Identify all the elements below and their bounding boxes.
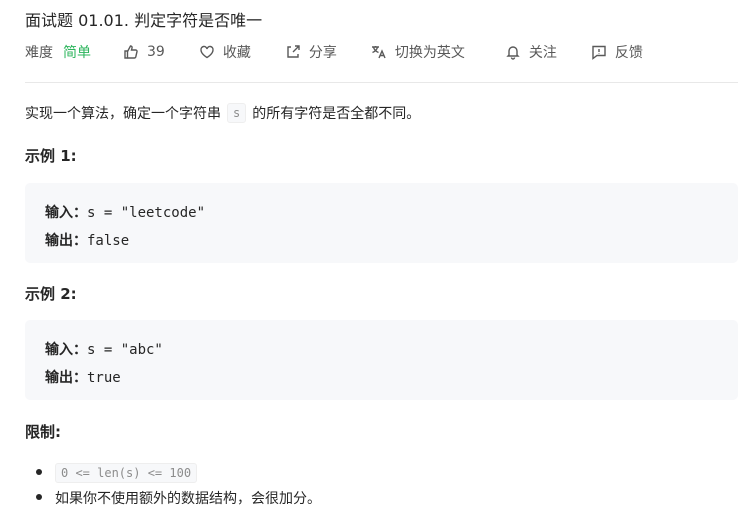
example-output-line: 输出：false	[45, 227, 718, 255]
example-2-block: 输入：s = "abc" 输出：true	[25, 320, 738, 400]
list-item: 0 <= len(s) <= 100	[36, 460, 321, 485]
example-2-heading: 示例 2:	[25, 285, 77, 303]
list-item: 如果你不使用额外的数据结构，会很加分。	[36, 485, 321, 510]
inline-code: s	[227, 103, 247, 123]
bullet	[36, 469, 42, 475]
divider	[25, 82, 738, 83]
like-count: 39	[147, 44, 165, 60]
feedback-icon	[591, 44, 607, 60]
share-icon	[285, 44, 301, 60]
output-label: 输出：	[45, 233, 87, 249]
output-label: 输出：	[45, 370, 87, 386]
input-value: s = "leetcode"	[87, 205, 206, 221]
example-1-block: 输入：s = "leetcode" 输出：false	[25, 183, 738, 263]
constraint-text: 如果你不使用额外的数据结构，会很加分。	[55, 490, 321, 507]
problem-meta-bar: 难度 简单 39 收藏 分享 切换为英文 关注 反馈	[25, 42, 643, 62]
example-output-line: 输出：true	[45, 364, 718, 392]
bell-icon	[505, 44, 521, 60]
difficulty-label: 难度	[25, 45, 53, 61]
follow-label: 关注	[528, 45, 557, 61]
input-value: s = "abc"	[87, 342, 163, 358]
example-1-heading: 示例 1:	[25, 147, 77, 165]
example-input-line: 输入：s = "abc"	[45, 336, 718, 364]
feedback-label: 反馈	[614, 45, 643, 61]
share-button[interactable]: 分享	[285, 42, 337, 62]
difficulty-value: 简单	[63, 45, 91, 61]
translate-icon	[371, 44, 387, 60]
constraints-heading: 限制:	[25, 423, 61, 441]
description-text-after: 的所有字符是否全都不同。	[252, 106, 421, 122]
input-label: 输入：	[45, 342, 87, 358]
favorite-label: 收藏	[222, 45, 251, 61]
constraints-list: 0 <= len(s) <= 100 如果你不使用额外的数据结构，会很加分。	[36, 460, 321, 510]
translate-button[interactable]: 切换为英文	[371, 42, 465, 62]
bullet	[36, 494, 42, 500]
example-input-line: 输入：s = "leetcode"	[45, 199, 718, 227]
favorite-button[interactable]: 收藏	[199, 42, 251, 62]
problem-title: 面试题 01.01. 判定字符是否唯一	[25, 11, 263, 30]
thumbs-up-icon	[123, 44, 139, 60]
problem-description: 实现一个算法，确定一个字符串 s 的所有字符是否全都不同。	[25, 103, 420, 123]
heart-icon	[199, 44, 215, 60]
constraint-code: 0 <= len(s) <= 100	[55, 462, 198, 483]
description-text-before: 实现一个算法，确定一个字符串	[25, 106, 221, 122]
follow-button[interactable]: 关注	[505, 42, 557, 62]
input-label: 输入：	[45, 205, 87, 221]
feedback-button[interactable]: 反馈	[591, 42, 643, 62]
translate-label: 切换为英文	[394, 45, 465, 61]
share-label: 分享	[308, 45, 337, 61]
output-value: false	[87, 233, 130, 249]
like-button[interactable]: 39	[123, 44, 165, 60]
output-value: true	[87, 370, 121, 386]
